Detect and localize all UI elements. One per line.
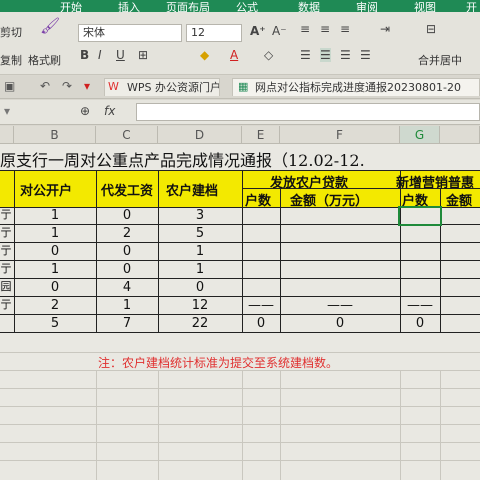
sheet-file-icon: ▦ [238, 80, 249, 93]
align-left-icon[interactable]: ☰ [300, 48, 311, 62]
formula-bar: ▾ ⊕ fx [0, 100, 480, 125]
header-loan-amount: 金额（万元） [290, 194, 369, 209]
table-cell[interactable]: 0 [14, 280, 96, 295]
table-cell[interactable]: 0 [242, 316, 280, 331]
font-name-select[interactable]: 宋体 [78, 24, 182, 42]
align-top-icon[interactable]: ≡ [300, 22, 310, 36]
footnote: 注：农户建档统计标准为提交至系统建档数。 [98, 356, 339, 370]
font-color-icon[interactable]: A [230, 48, 238, 62]
table-cell[interactable]: 5 [14, 316, 96, 331]
border-icon[interactable]: ⊞ [138, 48, 148, 62]
col-header-d[interactable]: D [158, 126, 242, 144]
header-corporate-accounts: 对公开户 [20, 184, 73, 199]
table-cell[interactable]: 1 [96, 298, 158, 313]
col-header-e[interactable]: E [242, 126, 280, 144]
bold-icon[interactable]: B [80, 48, 89, 62]
header-farmer-loans: 发放农户贷款 [270, 176, 349, 191]
table-cell[interactable]: 0 [400, 316, 440, 331]
formula-input[interactable] [136, 103, 480, 121]
table-cell[interactable]: 12 [158, 298, 242, 313]
col-header-b[interactable]: B [14, 126, 96, 144]
redo-icon[interactable]: ↷ [62, 79, 72, 93]
indent-icon[interactable]: ⇥ [380, 22, 390, 36]
align-center-icon[interactable]: ☰ [320, 48, 331, 62]
increase-font-icon[interactable]: A⁺ [250, 24, 266, 38]
ribbon-toolbar: 剪切 🖌 复制 格式刷 宋体 12 A⁺ A⁻ B I U ⊞ ◆ A ◇ ≡ … [0, 12, 480, 75]
paste-brush-icon[interactable]: 🖌 [40, 16, 60, 35]
underline-icon[interactable]: U [116, 48, 125, 62]
header-payroll: 代发工资 [100, 184, 153, 199]
undo-icon[interactable]: ↶ [40, 79, 50, 93]
table-cell[interactable]: 1 [14, 208, 96, 223]
doc-tab-label: 网点对公指标完成进度通报20230801-20 [255, 81, 461, 94]
table-cell[interactable]: 0 [14, 244, 96, 259]
zoom-icon[interactable]: ⊕ [80, 104, 90, 118]
format-painter-button[interactable]: 格式刷 [28, 52, 61, 68]
doc-tab-wps-portal[interactable]: WPS 办公资源门户 [104, 78, 220, 96]
header-farmer-files: 农户建档 [166, 184, 219, 199]
header-inclusive-amount: 金额 [446, 194, 473, 209]
header-loan-count: 户数 [245, 194, 272, 209]
col-header-a[interactable] [0, 126, 14, 144]
save-icon[interactable]: ▣ [4, 79, 15, 93]
table-cell[interactable]: 7 [96, 316, 158, 331]
row-label: 园 [0, 280, 12, 293]
align-bottom-icon[interactable]: ≡ [340, 22, 350, 36]
document-tab-bar: ▣ ↶ ↷ ▾ WPS 办公资源门户 W 网点对公指标完成进度通报2023080… [0, 76, 480, 99]
table-cell[interactable]: 22 [158, 316, 242, 331]
wps-logo-icon: W [108, 80, 119, 93]
chevron-down-icon[interactable]: ▾ [4, 104, 10, 118]
active-cell-selection[interactable] [398, 206, 442, 226]
row-label: 亍 [0, 262, 12, 275]
table-cell[interactable]: 1 [158, 262, 242, 277]
row-label: 亍 [0, 244, 12, 257]
table-cell[interactable]: —— [400, 298, 440, 313]
align-right-icon[interactable]: ☰ [340, 48, 351, 62]
table-cell[interactable]: 0 [280, 316, 400, 331]
copy-button[interactable]: 复制 [0, 52, 22, 68]
table-cell[interactable]: 1 [14, 226, 96, 241]
doc-tab-report[interactable]: 网点对公指标完成进度通报20230801-20 [232, 78, 480, 96]
table-cell[interactable]: 4 [96, 280, 158, 295]
col-header-c[interactable]: C [96, 126, 158, 144]
table-cell[interactable]: —— [280, 298, 400, 313]
justify-icon[interactable]: ☰ [360, 48, 371, 62]
table-cell[interactable]: 2 [96, 226, 158, 241]
arrow-down-icon[interactable]: ▾ [84, 79, 90, 93]
clear-format-icon[interactable]: ◇ [264, 48, 273, 62]
row-label: 亍 [0, 298, 12, 311]
header-fill [0, 170, 14, 208]
cut-button[interactable]: 剪切 [0, 24, 22, 40]
fx-icon[interactable]: fx [104, 104, 115, 118]
ribbon-tab-bar: 开始 插入 页面布局 公式 数据 审阅 视图 开 [0, 0, 480, 14]
table-cell[interactable]: 5 [158, 226, 242, 241]
fill-color-icon[interactable]: ◆ [200, 48, 209, 62]
italic-icon[interactable]: I [98, 48, 102, 62]
col-header-g[interactable]: G [400, 126, 440, 144]
table-cell[interactable]: —— [242, 298, 280, 313]
report-title: 原支行一周对公重点产品完成情况通报（12.02-12. [0, 151, 365, 170]
table-cell[interactable]: 0 [96, 244, 158, 259]
col-header-h[interactable] [440, 126, 480, 144]
font-size-select[interactable]: 12 [186, 24, 242, 42]
table-cell[interactable]: 1 [158, 244, 242, 259]
merge-cells-icon[interactable]: ⊟ [426, 22, 436, 36]
align-middle-icon[interactable]: ≡ [320, 22, 330, 36]
table-cell[interactable]: 3 [158, 208, 242, 223]
row-label: 亍 [0, 208, 12, 221]
table-cell[interactable]: 2 [14, 298, 96, 313]
doc-tab-label: WPS 办公资源门户 [127, 81, 220, 94]
merge-center-button[interactable]: 合并居中 [418, 52, 462, 68]
decrease-font-icon[interactable]: A⁻ [272, 24, 287, 38]
row-label: 亍 [0, 226, 12, 239]
header-inclusive-marketing: 新增营销普惠 [396, 176, 475, 191]
table-cell[interactable]: 0 [158, 280, 242, 295]
table-cell[interactable]: 0 [96, 262, 158, 277]
table-cell[interactable]: 1 [14, 262, 96, 277]
col-header-f[interactable]: F [280, 126, 400, 144]
table-cell[interactable]: 0 [96, 208, 158, 223]
